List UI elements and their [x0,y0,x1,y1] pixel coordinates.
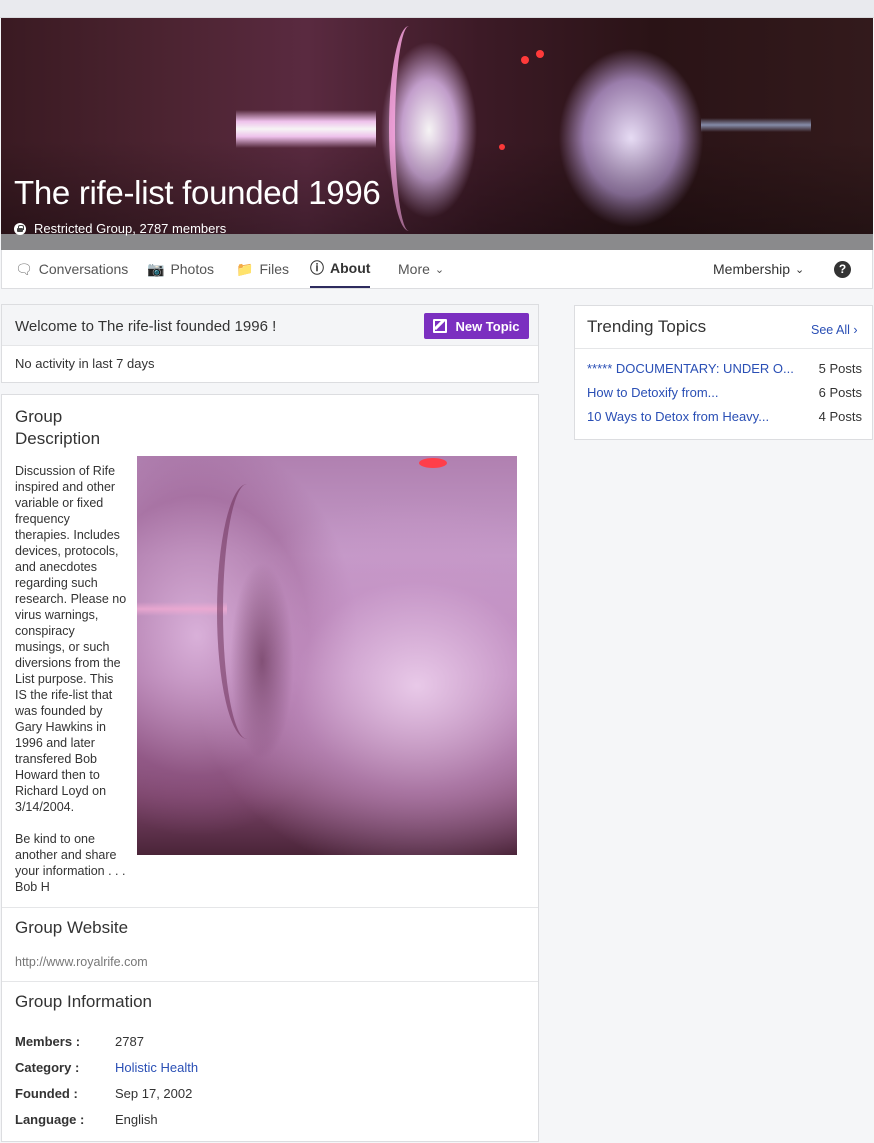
chevron-right-icon: › [853,323,858,337]
group-description-image [137,456,517,855]
group-description-title: Group Description [15,407,101,448]
tab-conversations-label: Conversations [38,261,129,277]
image-beam [137,602,227,616]
folder-icon: 📁 [236,260,254,277]
trending-topic-count: 4 Posts [818,409,862,424]
cover-red-dot [536,50,544,58]
tab-about-label: About [330,260,371,276]
info-row-category: Category : Holistic Health [15,1060,198,1075]
trending-topic-count: 6 Posts [818,385,862,400]
trending-topic-link[interactable]: How to Detoxify from... [587,385,802,400]
info-key: Language : [15,1112,85,1127]
info-row-founded: Founded : Sep 17, 2002 [15,1086,192,1101]
group-website-link[interactable]: http://www.royalrife.com [15,955,148,969]
tab-more-label: More [398,261,430,277]
membership-dropdown[interactable]: Membership ⌄ [713,250,804,288]
membership-label: Membership [713,261,791,277]
tab-files-label: Files [259,261,289,277]
help-icon[interactable]: ? [834,261,851,278]
info-value: English [115,1112,158,1127]
divider [2,981,538,982]
group-information-title: Group Information [15,992,153,1011]
tab-files[interactable]: 📁 Files [236,250,289,288]
info-key: Founded : [15,1086,78,1101]
see-all-label: See All [811,323,850,337]
trending-topic-link[interactable]: 10 Ways to Detox from Heavy... [587,409,802,424]
cover-bottom-bar [1,234,873,250]
chat-bubbles-icon: 🗨 [15,260,33,277]
lock-icon [14,222,26,235]
group-website-title: Group Website [15,918,129,937]
new-topic-label: New Topic [455,318,520,334]
image-red-spot [419,458,447,468]
tab-photos[interactable]: 📷 Photos [147,250,214,288]
chevron-down-icon: ⌄ [795,263,805,276]
top-strip [0,0,874,18]
welcome-header: Welcome to The rife-list founded 1996 ! … [2,305,538,346]
info-key: Members : [15,1034,81,1049]
info-value: 2787 [115,1034,144,1049]
image-ring [217,484,277,739]
about-card: Group Description Discussion of Rife ins… [1,394,539,1142]
compose-icon [433,319,448,333]
info-key: Category : [15,1060,80,1075]
cover-rod [701,118,811,132]
trending-topic: How to Detoxify from... 6 Posts [587,385,862,403]
trending-topics-card: Trending Topics See All › ***** DOCUMENT… [574,305,873,440]
group-meta-text: Restricted Group, 2787 members [34,221,227,236]
camera-icon: 📷 [147,260,165,277]
info-value: Sep 17, 2002 [115,1086,193,1101]
trending-topic-count: 5 Posts [818,361,862,376]
info-icon: ⓘ [310,260,324,276]
welcome-card: Welcome to The rife-list founded 1996 ! … [1,304,539,383]
activity-text: No activity in last 7 days [15,356,155,371]
trending-topic: ***** DOCUMENTARY: UNDER O... 5 Posts [587,361,862,379]
welcome-title: Welcome to The rife-list founded 1996 ! [15,318,277,335]
divider [2,907,538,908]
trending-title: Trending Topics [587,317,707,336]
group-meta: Restricted Group, 2787 members [14,221,226,236]
tab-more[interactable]: More ⌄ [398,250,444,288]
trending-header: Trending Topics See All › [575,306,872,349]
see-all-link[interactable]: See All › [811,323,858,337]
cover-red-dot [521,56,529,64]
tab-conversations[interactable]: 🗨 Conversations [15,250,128,288]
group-title: The rife-list founded 1996 [14,174,381,211]
group-description-text: Discussion of Rife inspired and other va… [15,464,127,894]
category-link[interactable]: Holistic Health [115,1060,198,1075]
info-row-members: Members : 2787 [15,1034,144,1049]
group-cover-banner: The rife-list founded 1996 Restricted Gr… [1,18,873,250]
trending-topic-link[interactable]: ***** DOCUMENTARY: UNDER O... [587,361,802,376]
chevron-down-icon: ⌄ [434,263,445,276]
info-row-language: Language : English [15,1112,158,1127]
tab-photos-label: Photos [170,261,215,277]
trending-topic: 10 Ways to Detox from Heavy... 4 Posts [587,409,862,427]
group-nav: 🗨 Conversations 📷 Photos 📁 Files ⓘ About… [1,250,873,289]
new-topic-button[interactable]: New Topic [424,313,529,339]
tab-about[interactable]: ⓘ About [310,250,371,288]
